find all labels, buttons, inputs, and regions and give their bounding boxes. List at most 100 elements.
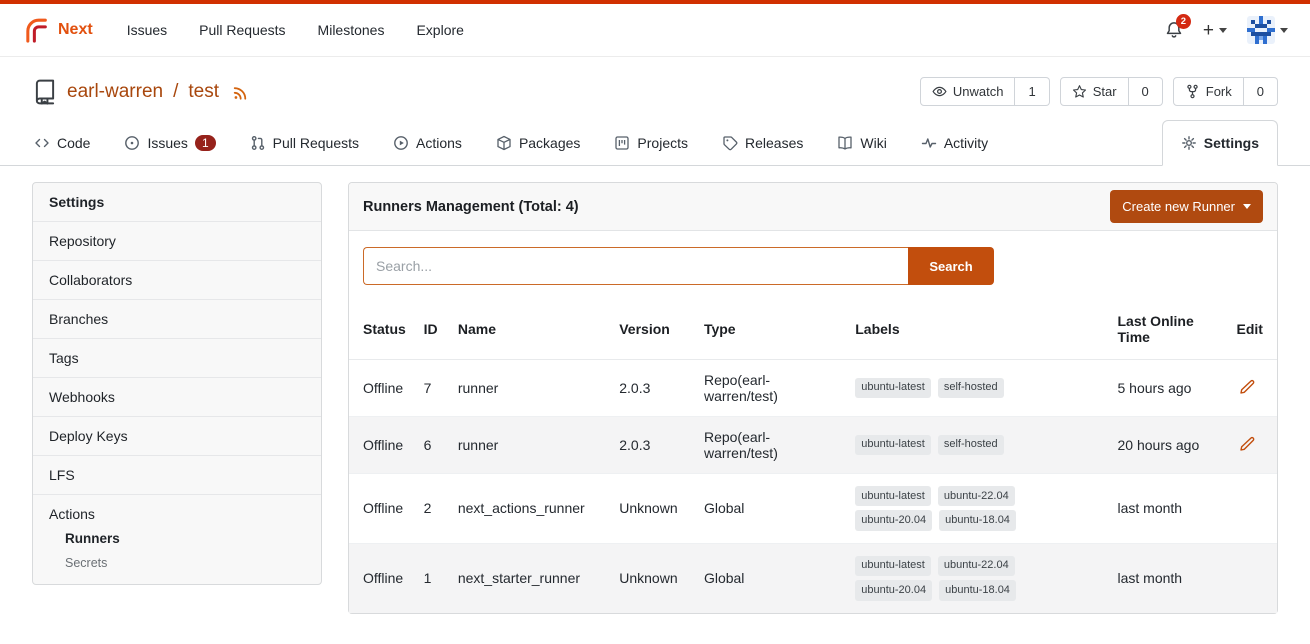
- tab-pull-requests-label: Pull Requests: [273, 135, 359, 151]
- runner-status: Offline: [349, 417, 416, 474]
- nav-item-explore[interactable]: Explore: [416, 22, 463, 38]
- tab-releases[interactable]: Releases: [720, 120, 805, 165]
- pencil-icon: [1239, 379, 1255, 395]
- repo-owner-link[interactable]: earl-warren: [67, 81, 163, 103]
- tab-actions[interactable]: Actions: [391, 120, 464, 165]
- runner-id: 6: [416, 417, 450, 474]
- runner-name: runner: [450, 417, 611, 474]
- edit-runner-button[interactable]: [1237, 434, 1257, 457]
- runner-id: 7: [416, 360, 450, 417]
- search-input[interactable]: [363, 247, 908, 285]
- pulse-icon: [921, 135, 937, 151]
- tab-issues[interactable]: Issues 1: [122, 120, 217, 165]
- notifications-button[interactable]: 2: [1165, 21, 1183, 39]
- create-new-runner-button[interactable]: Create new Runner: [1110, 190, 1263, 223]
- forgejo-flame-icon: [22, 16, 50, 44]
- runner-labels: ubuntu-latest self-hosted: [855, 435, 1060, 455]
- forks-count[interactable]: 0: [1244, 77, 1278, 106]
- tab-projects[interactable]: Projects: [612, 120, 690, 165]
- sidebar-item-actions[interactable]: Actions: [33, 494, 321, 526]
- star-icon: [1072, 84, 1087, 99]
- tab-activity[interactable]: Activity: [919, 120, 990, 165]
- runner-edit-empty: [1229, 474, 1277, 544]
- nav-item-milestones[interactable]: Milestones: [318, 22, 385, 38]
- runner-id: 1: [416, 543, 450, 612]
- sidebar-subitem-secrets[interactable]: Secrets: [33, 551, 321, 584]
- repo-separator: /: [173, 81, 178, 103]
- sidebar-item-collaborators[interactable]: Collaborators: [33, 260, 321, 299]
- settings-sidebar: Settings Repository Collaborators Branch…: [32, 182, 322, 585]
- sidebar-item-branches[interactable]: Branches: [33, 299, 321, 338]
- runner-labels: ubuntu-latest ubuntu-22.04 ubuntu-20.04 …: [855, 486, 1060, 531]
- sidebar-item-webhooks[interactable]: Webhooks: [33, 377, 321, 416]
- watch-button-group: Unwatch 1: [920, 77, 1050, 106]
- runner-id: 2: [416, 474, 450, 544]
- repo-action-buttons: Unwatch 1 Star 0: [920, 77, 1278, 106]
- chevron-down-icon: [1243, 204, 1251, 209]
- nav-item-pull-requests[interactable]: Pull Requests: [199, 22, 285, 38]
- star-button-group: Star 0: [1060, 77, 1163, 106]
- sidebar-item-repository[interactable]: Repository: [33, 221, 321, 260]
- runner-version: Unknown: [611, 543, 696, 612]
- watchers-count[interactable]: 1: [1015, 77, 1049, 106]
- user-menu-button[interactable]: [1247, 16, 1288, 44]
- sidebar-item-deploy-keys[interactable]: Deploy Keys: [33, 416, 321, 455]
- label-chip: ubuntu-latest: [855, 435, 931, 455]
- chevron-down-icon: [1219, 28, 1227, 33]
- tab-projects-label: Projects: [637, 135, 688, 151]
- issue-icon: [124, 135, 140, 151]
- nav-item-issues[interactable]: Issues: [127, 22, 167, 38]
- stars-count[interactable]: 0: [1129, 77, 1163, 106]
- tab-settings[interactable]: Settings: [1162, 120, 1278, 166]
- label-chip: ubuntu-20.04: [855, 510, 932, 530]
- unwatch-button[interactable]: Unwatch: [920, 77, 1016, 106]
- runners-panel: Runners Management (Total: 4) Create new…: [348, 182, 1278, 614]
- panel-title: Runners Management (Total: 4): [363, 199, 579, 215]
- tab-pull-requests[interactable]: Pull Requests: [248, 120, 361, 165]
- create-new-menu-button[interactable]: +: [1203, 21, 1227, 40]
- runner-status: Offline: [349, 543, 416, 612]
- tab-wiki[interactable]: Wiki: [835, 120, 888, 165]
- runner-name: runner: [450, 360, 611, 417]
- tab-code[interactable]: Code: [32, 120, 92, 165]
- code-icon: [34, 135, 50, 151]
- tab-settings-label: Settings: [1204, 135, 1259, 151]
- notification-count-badge: 2: [1176, 14, 1191, 29]
- tab-actions-label: Actions: [416, 135, 462, 151]
- edit-runner-button[interactable]: [1237, 377, 1257, 400]
- search-button[interactable]: Search: [908, 247, 994, 285]
- runner-name: next_starter_runner: [450, 543, 611, 612]
- tag-icon: [722, 135, 738, 151]
- repo-name-link[interactable]: test: [188, 81, 219, 103]
- create-new-runner-label: Create new Runner: [1122, 199, 1235, 214]
- label-chip: ubuntu-latest: [855, 556, 931, 576]
- col-header-labels: Labels: [847, 299, 1109, 360]
- repo-icon: [32, 79, 58, 105]
- tab-packages[interactable]: Packages: [494, 120, 582, 165]
- runner-last-online: 5 hours ago: [1110, 360, 1229, 417]
- fork-button-group: Fork 0: [1173, 77, 1278, 106]
- col-header-last-online-time: Last Online Time: [1110, 299, 1229, 360]
- runner-version: 2.0.3: [611, 360, 696, 417]
- runner-last-online: 20 hours ago: [1110, 417, 1229, 474]
- label-chip: ubuntu-latest: [855, 378, 931, 398]
- star-button[interactable]: Star: [1060, 77, 1129, 106]
- runner-edit-empty: [1229, 543, 1277, 612]
- rss-feed-icon[interactable]: [232, 83, 250, 101]
- runner-last-online: last month: [1110, 543, 1229, 612]
- fork-button[interactable]: Fork: [1173, 77, 1244, 106]
- label-chip: self-hosted: [938, 378, 1004, 398]
- forgejo-logo-home-link[interactable]: Next: [22, 16, 93, 44]
- tab-issues-label: Issues: [147, 135, 187, 151]
- sidebar-item-tags[interactable]: Tags: [33, 338, 321, 377]
- runner-version: Unknown: [611, 474, 696, 544]
- runner-labels: ubuntu-latest ubuntu-22.04 ubuntu-20.04 …: [855, 556, 1060, 601]
- label-chip: ubuntu-18.04: [939, 580, 1016, 600]
- table-row: Offline 6 runner 2.0.3 Repo(earl-warren/…: [349, 417, 1277, 474]
- sidebar-subitem-runners[interactable]: Runners: [33, 526, 321, 551]
- sidebar-title-settings: Settings: [33, 183, 321, 221]
- col-header-name: Name: [450, 299, 611, 360]
- navbar-right: 2 +: [1165, 16, 1288, 44]
- runner-status: Offline: [349, 474, 416, 544]
- sidebar-item-lfs[interactable]: LFS: [33, 455, 321, 494]
